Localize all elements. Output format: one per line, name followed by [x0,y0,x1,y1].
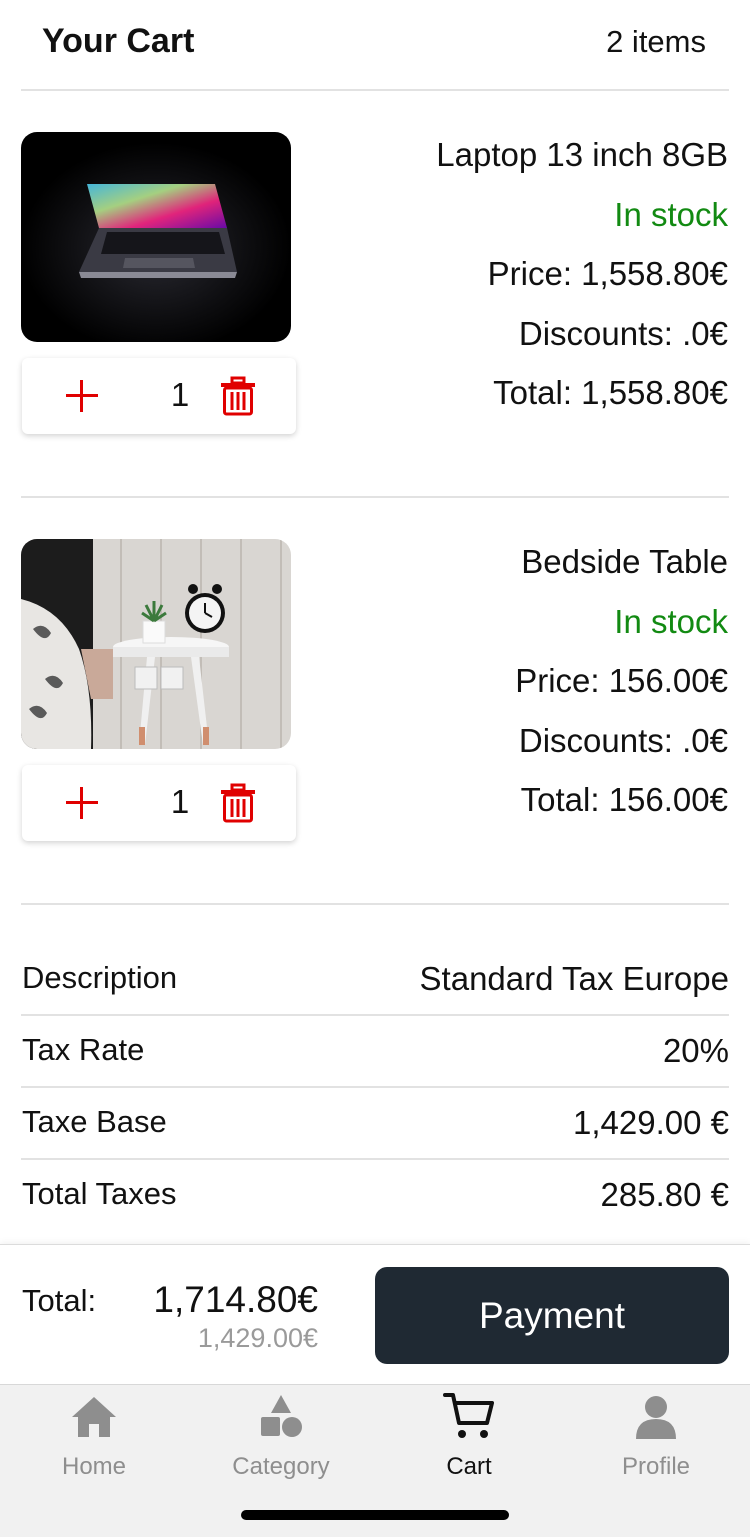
cart-icon [443,1393,494,1438]
tax-row-description: Description Standard Tax Europe [21,942,729,1016]
tax-value: 285.80 € [600,1176,729,1213]
tax-label: Tax Rate [22,1032,145,1067]
product-image-laptop[interactable] [21,132,291,342]
tab-label: Profile [621,1453,691,1480]
tax-value: 1,429.00 € [573,1104,729,1141]
payment-button[interactable]: Payment [375,1267,729,1364]
quantity-stepper: 1 [22,765,296,841]
trash-icon[interactable] [220,783,256,823]
trash-icon[interactable] [220,376,256,416]
product-discounts: Discounts: .0€ [518,314,728,352]
cart-item: 1 Laptop 13 inch 8GB In stock Price: 1,5… [0,132,750,452]
tab-category[interactable]: Category [187,1385,375,1495]
product-name[interactable]: Laptop 13 inch 8GB [436,132,728,192]
tax-row-total: Total Taxes 285.80 € [21,1158,729,1230]
tax-row-base: Taxe Base 1,429.00 € [21,1086,729,1160]
product-total: Total: 156.00€ [520,781,728,818]
cart-header: Your Cart 2 items [0,0,750,90]
profile-icon [636,1396,676,1439]
tax-label: Taxe Base [22,1104,167,1139]
stock-status: In stock [614,195,728,233]
product-price: Price: 156.00€ [515,662,728,699]
tax-value: Standard Tax Europe [419,960,729,997]
quantity-value: 1 [170,783,190,820]
quantity-stepper: 1 [22,358,296,434]
total-value: 1,714.80€ [153,1279,318,1320]
cart-item: 1 Bedside Table In stock Price: 156.00€ … [0,539,750,859]
product-info: Bedside Table In stock Price: 156.00€ Di… [515,539,728,837]
plus-icon[interactable] [62,376,102,416]
divider [21,89,729,91]
product-discounts: Discounts: .0€ [518,721,728,759]
tab-label: Category [232,1453,330,1480]
product-image-bedside-table[interactable] [21,539,291,749]
tax-value: 20% [662,1032,729,1069]
stock-status: In stock [614,602,728,640]
subtotal-value: 1,429.00€ [197,1323,318,1353]
divider [21,496,729,498]
tax-label: Description [22,960,178,995]
total-label: Total: [22,1283,97,1318]
home-indicator [241,1510,509,1520]
tab-profile[interactable]: Profile [562,1385,750,1495]
item-count: 2 items [606,24,706,59]
product-name[interactable]: Bedside Table [515,539,728,599]
tab-label: Home [61,1453,127,1480]
home-icon [72,1397,116,1437]
checkout-bar: Total: 1,714.80€ 1,429.00€ Payment [0,1244,750,1385]
tab-home[interactable]: Home [0,1385,188,1495]
quantity-value: 1 [170,376,190,413]
product-info: Laptop 13 inch 8GB In stock Price: 1,558… [436,132,728,430]
tax-row-rate: Tax Rate 20% [21,1014,729,1088]
product-total: Total: 1,558.80€ [493,374,728,411]
plus-icon[interactable] [62,783,102,823]
category-icon [261,1395,302,1437]
page-title: Your Cart [42,22,195,60]
tax-label: Total Taxes [22,1176,177,1211]
product-price: Price: 1,558.80€ [487,255,728,292]
tab-cart[interactable]: Cart [375,1385,563,1495]
tab-label: Cart [446,1453,492,1480]
divider [21,903,729,905]
